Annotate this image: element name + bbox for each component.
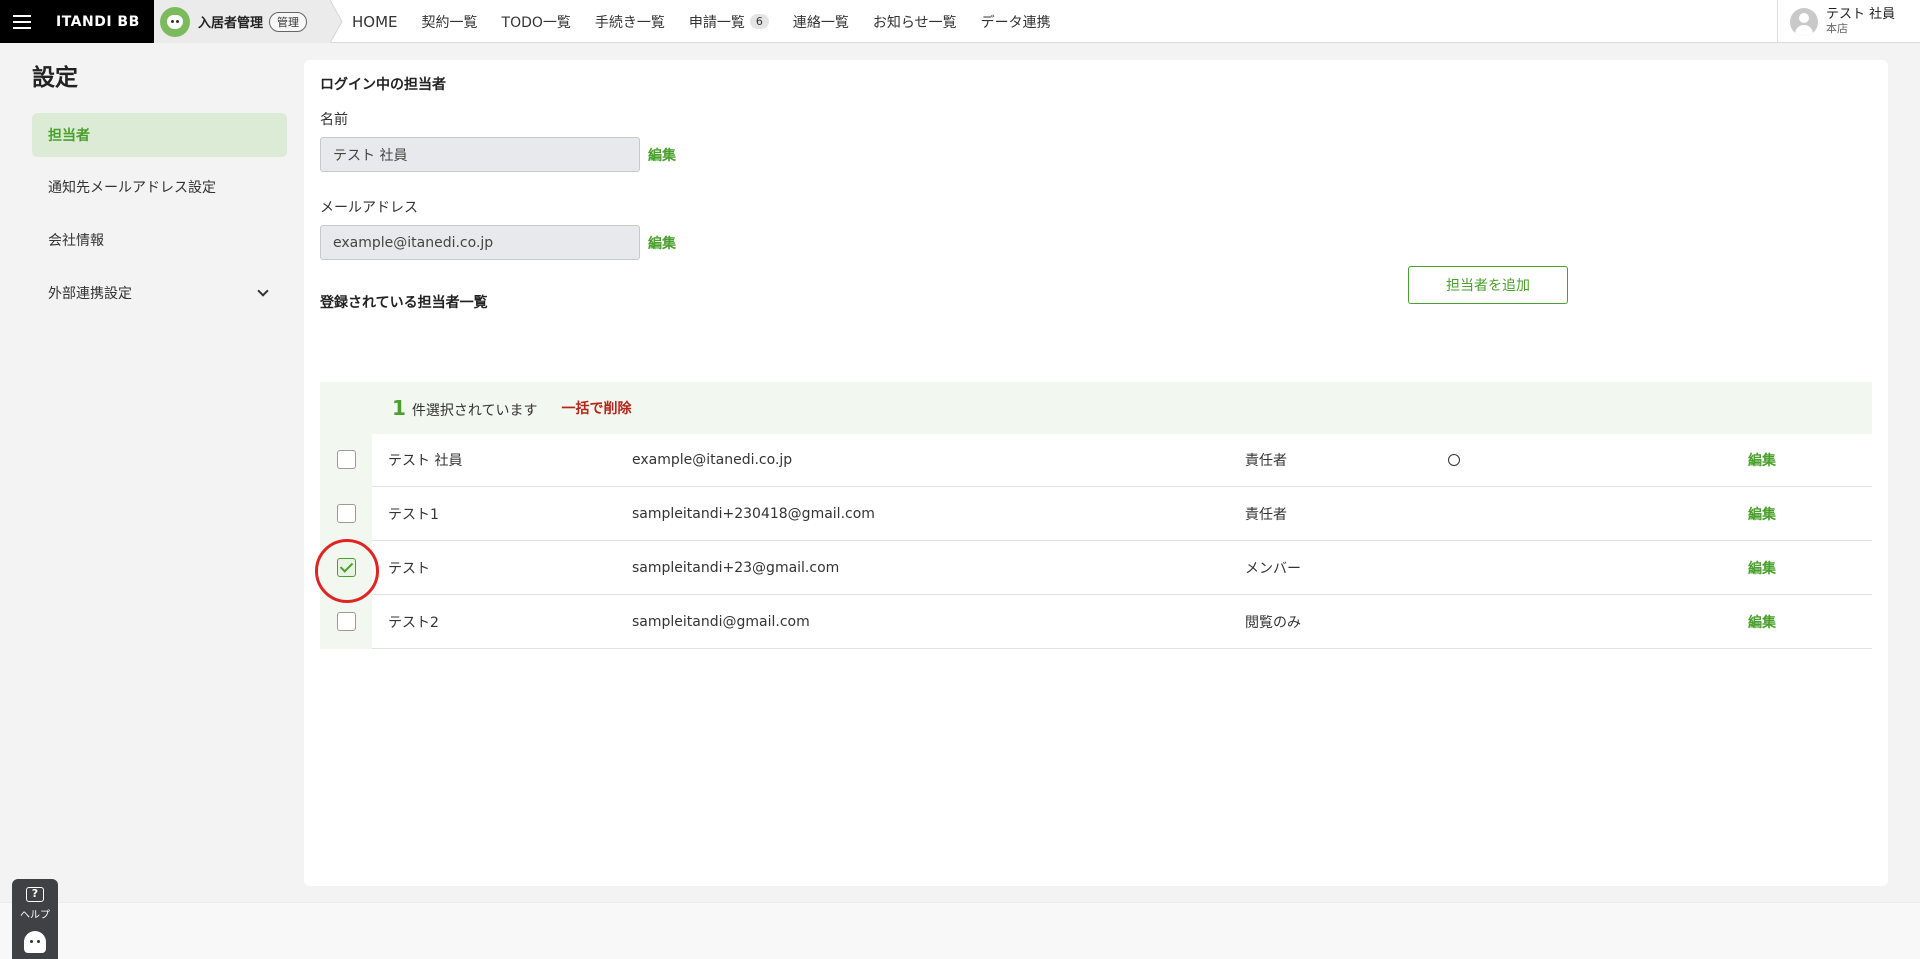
nav-todo[interactable]: TODO一覧 — [502, 12, 571, 32]
user-name: テスト 社員 — [1826, 6, 1896, 22]
staff-email: sampleitandi+230418@gmail.com — [632, 506, 875, 522]
nav-messages[interactable]: 連絡一覧 — [793, 12, 849, 32]
name-field: テスト 社員 — [320, 137, 640, 172]
chevron-down-icon — [257, 285, 269, 297]
staff-role: メンバー — [1245, 561, 1301, 577]
nav-applications[interactable]: 申請一覧 6 — [689, 12, 769, 32]
page-title: 設定 — [32, 65, 78, 91]
staff-name: テスト — [388, 561, 430, 577]
selected-text: 件選択されています — [411, 403, 538, 419]
edit-staff-link[interactable]: 編集 — [1748, 541, 1776, 595]
user-avatar-icon — [1790, 7, 1818, 36]
footer — [0, 902, 1920, 959]
mascot-icon — [24, 931, 46, 953]
product-name: 入居者管理 — [198, 16, 264, 31]
nav-applications-count: 6 — [749, 14, 769, 29]
edit-staff-link[interactable]: 編集 — [1748, 433, 1776, 487]
add-staff-button[interactable]: 担当者を追加 — [1408, 266, 1568, 304]
login-user-section-title: ログイン中の担当者 — [320, 77, 446, 93]
staff-name: テスト1 — [388, 507, 439, 523]
table-row: テスト 社員 example@itanedi.co.jp 責任者 編集 — [320, 433, 1872, 487]
row-checkbox[interactable] — [337, 450, 356, 469]
staff-email: sampleitandi+23@gmail.com — [632, 560, 840, 576]
main-nav: HOME 契約一覧 TODO一覧 手続き一覧 申請一覧 6 連絡一覧 お知らせ一… — [352, 0, 1075, 43]
email-field: example@itanedi.co.jp — [320, 225, 640, 260]
table-row: テスト sampleitandi+23@gmail.com メンバー 編集 — [320, 541, 1872, 595]
staff-role: 責任者 — [1245, 507, 1287, 523]
staff-role: 閲覧のみ — [1245, 615, 1301, 631]
edit-staff-link[interactable]: 編集 — [1748, 595, 1776, 649]
staff-email: sampleitandi@gmail.com — [632, 614, 810, 630]
nav-home[interactable]: HOME — [352, 13, 398, 31]
table-row: テスト1 sampleitandi+230418@gmail.com 責任者 編… — [320, 487, 1872, 541]
selected-count: 1 — [392, 396, 406, 420]
edit-staff-link[interactable]: 編集 — [1748, 487, 1776, 541]
row-checkbox[interactable] — [337, 504, 356, 523]
primary-marker — [1448, 433, 1460, 487]
selection-bar: 1 件選択されています 一括で削除 — [320, 382, 1872, 434]
sidebar-item-company-info[interactable]: 会社情報 — [32, 218, 287, 262]
sidebar-item-notification-email[interactable]: 通知先メールアドレス設定 — [32, 165, 287, 209]
help-label: ヘルプ — [20, 910, 50, 921]
row-checkbox-checked[interactable] — [337, 558, 356, 577]
staff-name: テスト2 — [388, 615, 439, 631]
user-menu[interactable]: テスト 社員 本店 — [1777, 0, 1920, 43]
staff-name: テスト 社員 — [388, 453, 463, 469]
sidebar-item-external-integration[interactable]: 外部連携設定 — [32, 271, 287, 315]
nav-notices[interactable]: お知らせ一覧 — [873, 12, 957, 32]
table-row: テスト2 sampleitandi@gmail.com 閲覧のみ 編集 — [320, 595, 1872, 649]
nav-applications-label: 申請一覧 — [688, 14, 745, 31]
circle-icon — [1448, 454, 1460, 466]
hamburger-menu-icon[interactable] — [0, 0, 44, 43]
name-label: 名前 — [320, 112, 348, 128]
breadcrumb-arrow-edge — [330, 0, 343, 43]
nav-contracts[interactable]: 契約一覧 — [422, 12, 478, 32]
nav-data-integration[interactable]: データ連携 — [981, 12, 1051, 32]
staff-email: example@itanedi.co.jp — [632, 452, 793, 468]
sidebar-item-label: 外部連携設定 — [48, 286, 132, 302]
admin-badge: 管理 — [269, 11, 308, 32]
staff-role: 責任者 — [1245, 453, 1287, 469]
help-button[interactable]: ? ヘルプ — [12, 879, 58, 959]
row-checkbox[interactable] — [337, 612, 356, 631]
user-branch: 本店 — [1826, 21, 1848, 35]
edit-email-link[interactable]: 編集 — [648, 233, 676, 253]
email-label: メールアドレス — [320, 200, 418, 216]
staff-list-section-title: 登録されている担当者一覧 — [320, 295, 488, 311]
product-switcher[interactable]: 入居者管理 管理 — [154, 0, 330, 43]
itandi-bb-logo[interactable]: ITANDI BB — [44, 0, 154, 43]
top-header: ITANDI BB 入居者管理 管理 HOME 契約一覧 TODO一覧 手続き一… — [0, 0, 1920, 43]
edit-name-link[interactable]: 編集 — [648, 145, 676, 165]
sidebar-item-staff[interactable]: 担当者 — [32, 113, 287, 157]
nav-procedures[interactable]: 手続き一覧 — [595, 12, 665, 32]
product-mascot-icon — [160, 6, 190, 37]
bulk-delete-button[interactable]: 一括で削除 — [562, 398, 632, 418]
help-icon: ? — [26, 887, 44, 902]
